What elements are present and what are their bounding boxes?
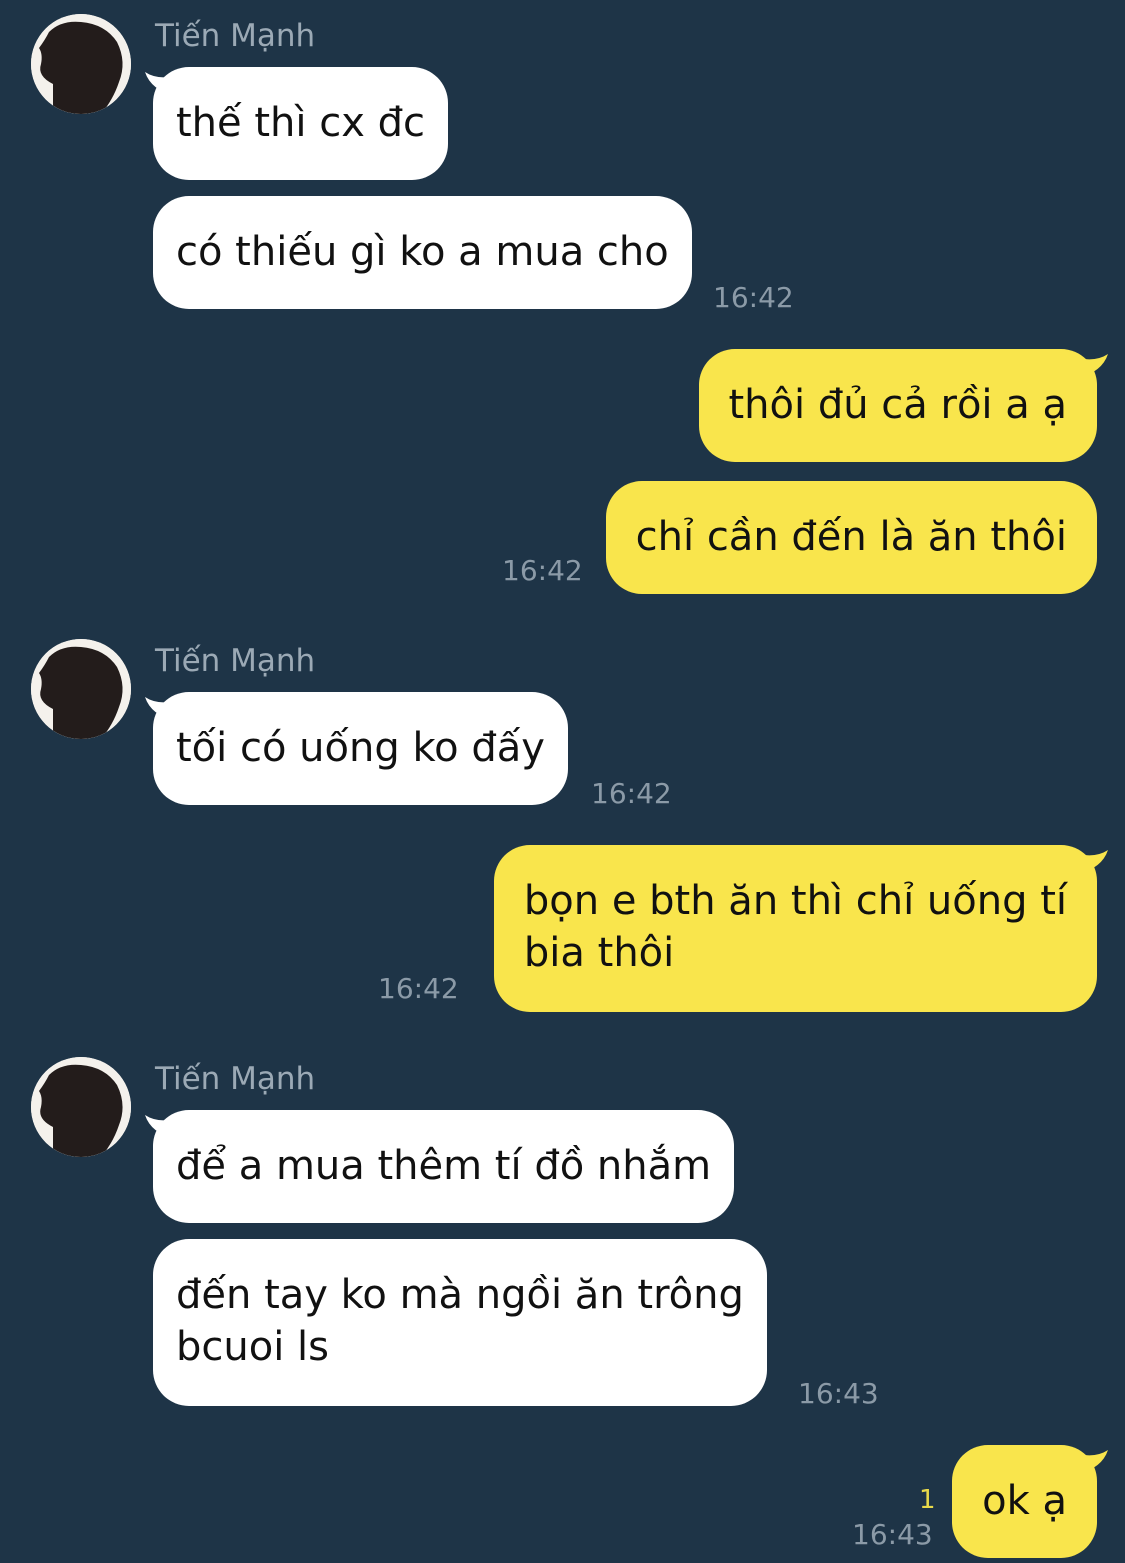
message-text-line: đến tay ko mà ngồi ăn trông [176,1272,744,1318]
incoming-message-bubble[interactable]: thế thì cx đc [153,67,448,180]
message-timestamp: 16:42 [502,554,583,587]
message-timestamp: 16:42 [378,972,459,1005]
incoming-message-bubble[interactable]: để a mua thêm tí đồ nhắm [153,1110,735,1223]
message-text: để a mua thêm tí đồ nhắm [176,1143,712,1189]
user-avatar-icon [31,14,131,114]
message-text: thôi đủ cả rồi a ạ [728,382,1068,428]
incoming-message-bubble[interactable]: tối có uống ko đấy [153,692,568,805]
sender-name: Tiến Mạnh [155,643,316,679]
message-timestamp: 16:43 [798,1377,879,1410]
outgoing-message-bubble[interactable]: chỉ cần đến là ăn thôi [605,481,1097,594]
message-timestamp: 16:43 [852,1518,933,1551]
message-text: thế thì cx đc [176,100,425,146]
sender-name: Tiến Mạnh [155,1061,316,1097]
avatar[interactable] [31,1057,131,1157]
avatar[interactable] [31,639,131,739]
outgoing-message-bubble[interactable]: thôi đủ cả rồi a ạ [698,349,1097,462]
outgoing-message-bubble[interactable]: bọn e bth ăn thì chỉ uống tí bia thôi [493,845,1097,1012]
incoming-message-bubble[interactable]: đến tay ko mà ngồi ăn trông bcuoi ls [153,1239,767,1406]
sender-name: Tiến Mạnh [155,18,316,54]
message-text-line: bọn e bth ăn thì chỉ uống tí [523,878,1067,924]
message-text: có thiếu gì ko a mua cho [176,229,669,275]
incoming-message-bubble[interactable]: có thiếu gì ko a mua cho [153,196,692,309]
message-text: ok ạ [982,1478,1067,1524]
message-timestamp: 16:42 [591,777,672,810]
message-timestamp: 16:42 [713,281,794,314]
user-avatar-icon [31,1057,131,1157]
outgoing-message-bubble[interactable]: ok ạ [952,1445,1097,1558]
unread-count: 1 [919,1485,936,1515]
message-text-line: bcuoi ls [176,1324,329,1370]
user-avatar-icon [31,639,131,739]
message-text-line: bia thôi [523,930,675,976]
avatar[interactable] [31,14,131,114]
message-text: chỉ cần đến là ăn thôi [635,514,1067,560]
message-text: tối có uống ko đấy [176,725,545,771]
